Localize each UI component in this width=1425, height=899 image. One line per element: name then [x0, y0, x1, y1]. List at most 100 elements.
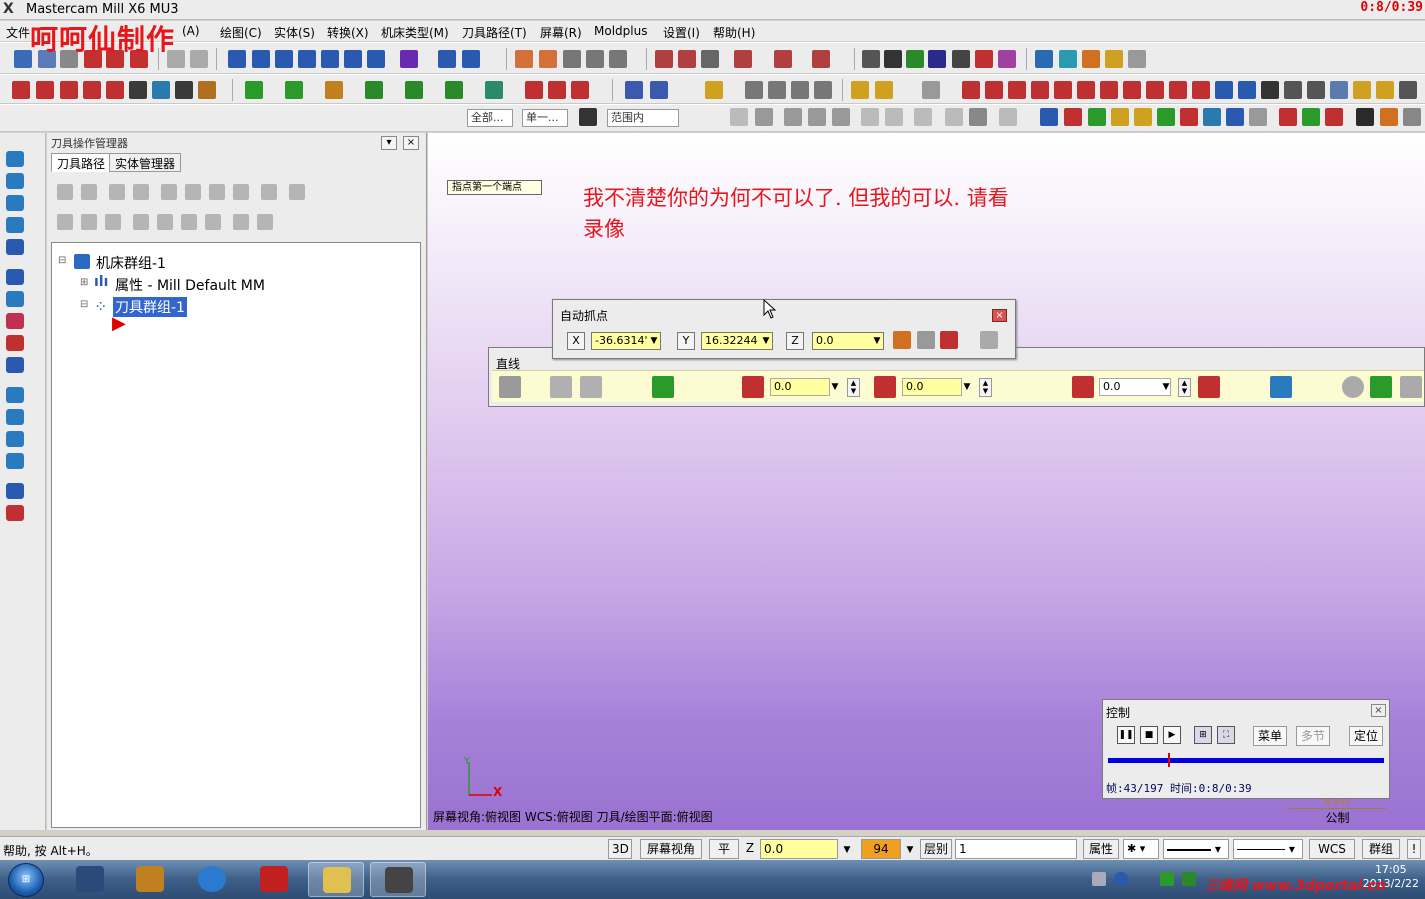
- select-mode-icon[interactable]: [579, 108, 597, 126]
- table-icon[interactable]: [539, 50, 557, 68]
- lock-icon[interactable]: [57, 214, 73, 230]
- z-depth-input[interactable]: 0.0: [760, 839, 838, 859]
- left-icon-16[interactable]: [6, 505, 24, 521]
- snap-icon-9[interactable]: [1146, 81, 1164, 99]
- point-style-dropdown[interactable]: ✱ ▾: [1123, 839, 1159, 859]
- locate-button[interactable]: 定位: [1349, 726, 1383, 746]
- snap-icon-7[interactable]: [1100, 81, 1118, 99]
- cylinder-icon[interactable]: [485, 81, 503, 99]
- left-icon-5[interactable]: [6, 239, 24, 255]
- pencil-3-icon[interactable]: [922, 81, 940, 99]
- dimension-3-icon[interactable]: [791, 81, 809, 99]
- x-coord-label[interactable]: X: [567, 332, 585, 350]
- dimension-4-icon[interactable]: [814, 81, 832, 99]
- xform-icon-1[interactable]: [1040, 108, 1058, 126]
- high-feed-icon[interactable]: [233, 184, 249, 200]
- control-close-icon[interactable]: ×: [1371, 704, 1386, 717]
- vertical-dropdown-icon[interactable]: ▼: [1159, 378, 1173, 396]
- toggle-display-icon[interactable]: [81, 214, 97, 230]
- regen-icon[interactable]: [109, 184, 125, 200]
- screen-view-button[interactable]: 屏幕视角: [640, 839, 702, 859]
- 3d-button[interactable]: 3D: [608, 839, 632, 859]
- xform-icon-16[interactable]: [1403, 108, 1421, 126]
- toolpath-icon-1[interactable]: [655, 50, 673, 68]
- single-entity-icon[interactable]: [917, 331, 935, 349]
- x-dropdown-icon[interactable]: ▼: [647, 332, 661, 350]
- tree-properties[interactable]: 属性 - Mill Default MM: [115, 275, 265, 295]
- toolbar-icon-1[interactable]: [228, 50, 246, 68]
- rectangle-icon[interactable]: [525, 81, 543, 99]
- left-icon-14[interactable]: [6, 453, 24, 469]
- start-button-icon[interactable]: ⊞: [8, 863, 44, 897]
- z-depth-dropdown-icon[interactable]: ▼: [840, 842, 854, 858]
- left-icon-13[interactable]: [6, 431, 24, 447]
- menu-solids[interactable]: 实体(S): [274, 24, 315, 41]
- menu-xform[interactable]: 转换(X): [327, 24, 369, 41]
- snap-icon-5[interactable]: [1054, 81, 1072, 99]
- progress-knob[interactable]: [1168, 753, 1171, 767]
- backplot-icon[interactable]: [161, 184, 177, 200]
- tab-toolpaths[interactable]: 刀具路径: [51, 153, 112, 172]
- snap-icon-19[interactable]: [1376, 81, 1394, 99]
- z-coord-label[interactable]: Z: [786, 332, 804, 350]
- status-more-button[interactable]: !: [1407, 839, 1421, 859]
- autocursor-close-icon[interactable]: ×: [992, 309, 1007, 322]
- regen-dirty-icon[interactable]: [133, 184, 149, 200]
- menu-machine-type[interactable]: 机床类型(M): [381, 24, 449, 41]
- toolbar-icon-7[interactable]: [367, 50, 385, 68]
- left-icon-8[interactable]: [6, 313, 24, 329]
- filter-icon[interactable]: [257, 214, 273, 230]
- length-input[interactable]: 0.0: [770, 378, 830, 396]
- print-preview-icon[interactable]: [609, 50, 627, 68]
- chart-icon[interactable]: [906, 50, 924, 68]
- point-icon[interactable]: [245, 81, 263, 99]
- analyze-icon-8[interactable]: [175, 81, 193, 99]
- y-coord-label[interactable]: Y: [677, 332, 695, 350]
- left-icon-12[interactable]: [6, 409, 24, 425]
- tree-expander-root[interactable]: ⊟: [58, 255, 66, 266]
- toolbar-icon-2[interactable]: [252, 50, 270, 68]
- snap-icon-10[interactable]: [1169, 81, 1187, 99]
- nvidia-tray-icon[interactable]: [1182, 872, 1196, 886]
- selection-icon-7[interactable]: [885, 108, 903, 126]
- selection-icon-9[interactable]: [945, 108, 963, 126]
- tab-solids-manager[interactable]: 实体管理器: [109, 153, 182, 172]
- selection-icon-10[interactable]: [969, 108, 987, 126]
- snap-icon-17[interactable]: [1330, 81, 1348, 99]
- xform-icon-9[interactable]: [1226, 108, 1244, 126]
- redo-icon[interactable]: [190, 50, 208, 68]
- delete-ops-icon[interactable]: [261, 184, 277, 200]
- left-icon-6[interactable]: [6, 269, 24, 285]
- toolpath-icon-4[interactable]: [734, 50, 752, 68]
- ok-icon[interactable]: [1370, 376, 1392, 398]
- analyze-icon-1[interactable]: [12, 81, 30, 99]
- edit-point-2-icon[interactable]: [580, 376, 602, 398]
- insert-after-icon[interactable]: [181, 214, 197, 230]
- analyze-icon-3[interactable]: [60, 81, 78, 99]
- toggle-post-icon[interactable]: [105, 214, 121, 230]
- taskbar-nx-app[interactable]: [246, 862, 302, 897]
- pencil-icon[interactable]: [851, 81, 869, 99]
- help-tray-icon[interactable]: [1114, 872, 1128, 886]
- spline-icon[interactable]: [445, 81, 463, 99]
- chamfer-icon[interactable]: [405, 81, 423, 99]
- taskbar-sogou-app[interactable]: [184, 862, 240, 897]
- analyze-icon-7[interactable]: [152, 81, 170, 99]
- op-manager-close-icon[interactable]: ×: [403, 136, 419, 150]
- playback-progress-bar[interactable]: [1108, 753, 1384, 767]
- help-icon[interactable]: [999, 108, 1017, 126]
- xform-icon-7[interactable]: [1180, 108, 1198, 126]
- xform-icon-6[interactable]: [1157, 108, 1175, 126]
- menu-help[interactable]: 帮助(H): [713, 24, 755, 41]
- snap-icon-4[interactable]: [1031, 81, 1049, 99]
- xform-icon-10[interactable]: [1249, 108, 1267, 126]
- snap-icon-11[interactable]: [1192, 81, 1210, 99]
- toolbar-icon-9[interactable]: [438, 50, 456, 68]
- fit-view-button[interactable]: ⊞: [1194, 726, 1212, 744]
- xform-icon-2[interactable]: [1064, 108, 1082, 126]
- left-icon-11[interactable]: [6, 387, 24, 403]
- snap-icon-3[interactable]: [1008, 81, 1026, 99]
- edit-point-1-icon[interactable]: [550, 376, 572, 398]
- analyze-icon-5[interactable]: [106, 81, 124, 99]
- tangent-icon[interactable]: [1270, 376, 1292, 398]
